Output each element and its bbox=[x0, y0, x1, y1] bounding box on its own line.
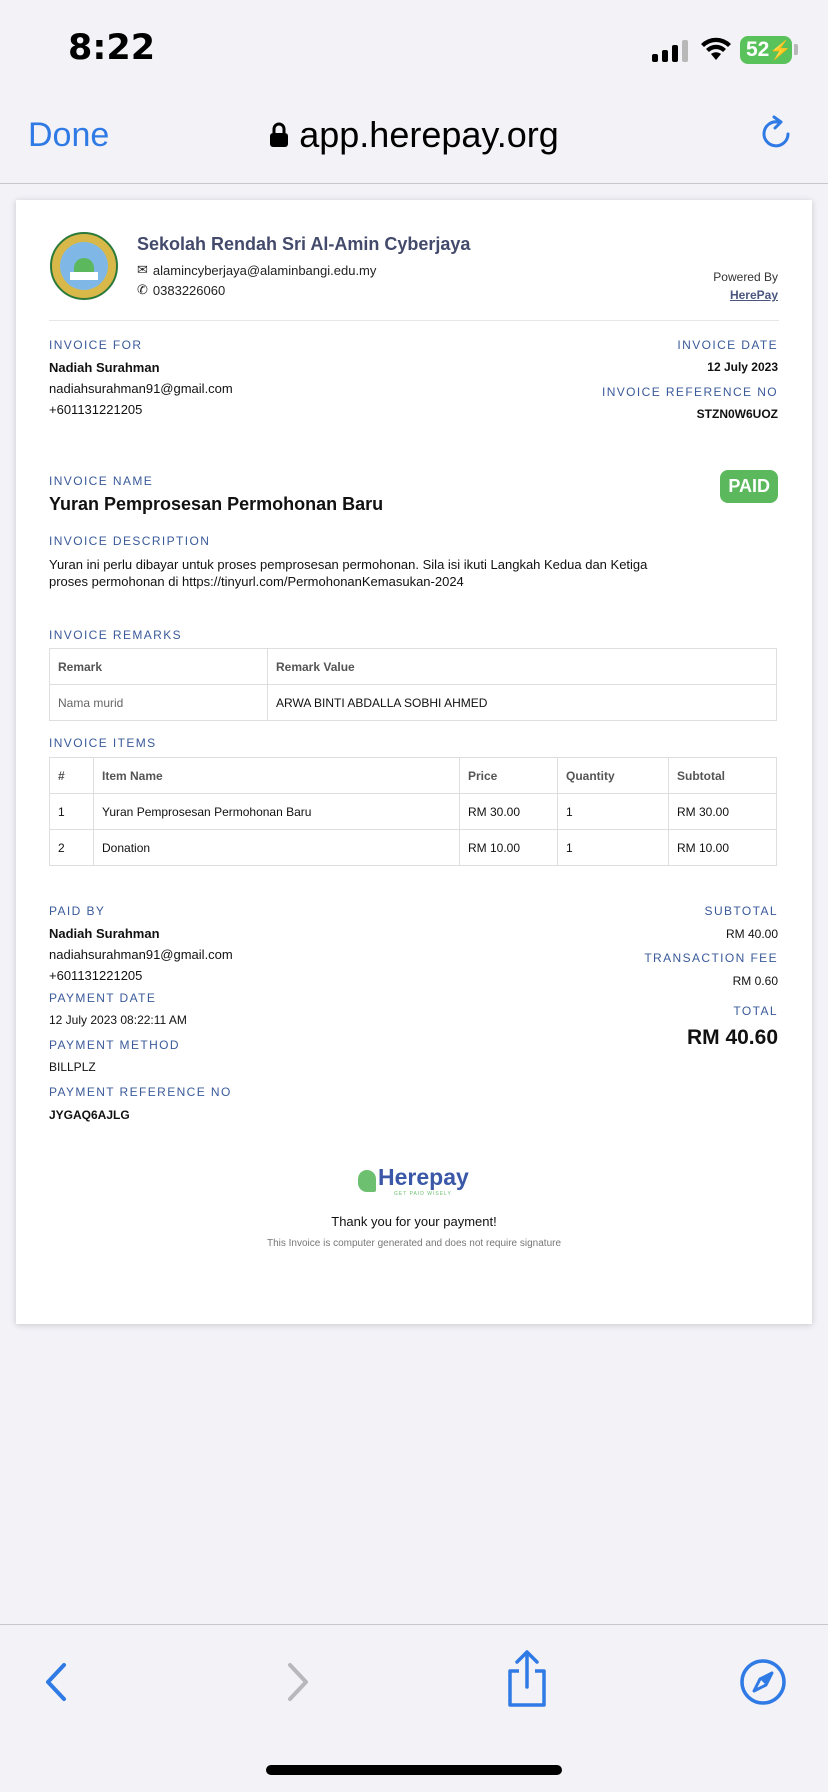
envelope-icon: ✉ bbox=[137, 262, 148, 277]
paid-by-name: Nadiah Surahman bbox=[49, 926, 160, 941]
table-row: 2 Donation RM 10.00 1 RM 10.00 bbox=[49, 829, 777, 866]
header-divider bbox=[49, 320, 779, 321]
item-price: RM 10.00 bbox=[459, 829, 558, 866]
payment-ref-label: PAYMENT REFERENCE NO bbox=[49, 1085, 232, 1099]
item-index: 1 bbox=[49, 793, 94, 830]
herepay-logo: Herepay GET PAID WISELY bbox=[356, 1164, 476, 1200]
item-name: Donation bbox=[93, 829, 460, 866]
item-index: 2 bbox=[49, 829, 94, 866]
url-display[interactable]: app.herepay.org bbox=[0, 114, 828, 157]
browser-toolbar bbox=[0, 1624, 828, 1792]
battery-level: 52 bbox=[746, 38, 770, 61]
remarks-header-remark: Remark bbox=[49, 648, 268, 685]
chevron-right-icon[interactable] bbox=[272, 1657, 322, 1707]
battery-tip bbox=[794, 44, 798, 55]
invoice-for-email: nadiahsurahman91@gmail.com bbox=[49, 381, 233, 396]
total-value: RM 40.60 bbox=[686, 1026, 778, 1049]
powered-by-label: Powered By bbox=[713, 270, 778, 284]
table-row: 1 Yuran Pemprosesan Permohonan Baru RM 3… bbox=[49, 793, 777, 830]
remark-key: Nama murid bbox=[49, 684, 268, 721]
payment-method: BILLPLZ bbox=[49, 1060, 96, 1074]
invoice-description-label: INVOICE DESCRIPTION bbox=[49, 534, 211, 548]
transaction-fee-value: RM 0.60 bbox=[732, 974, 778, 988]
herepay-link[interactable]: HerePay bbox=[730, 288, 778, 302]
item-price: RM 30.00 bbox=[459, 793, 558, 830]
battery-indicator: 52⚡ bbox=[740, 36, 792, 64]
paid-by-label: PAID BY bbox=[49, 904, 106, 918]
cellular-signal-icon bbox=[652, 38, 688, 62]
school-email-row: ✉ alamincyberjaya@alaminbangi.edu.my bbox=[137, 262, 376, 278]
item-subtotal: RM 10.00 bbox=[668, 829, 777, 866]
school-name: Sekolah Rendah Sri Al-Amin Cyberjaya bbox=[137, 234, 471, 254]
item-subtotal: RM 30.00 bbox=[668, 793, 777, 830]
remark-value: ARWA BINTI ABDALLA SOBHI AHMED bbox=[267, 684, 777, 721]
home-indicator bbox=[266, 1765, 562, 1775]
herepay-leaf-icon bbox=[358, 1170, 376, 1192]
reload-icon[interactable] bbox=[756, 114, 796, 154]
item-name: Yuran Pemprosesan Permohonan Baru bbox=[93, 793, 460, 830]
invoice-items-label: INVOICE ITEMS bbox=[49, 736, 157, 750]
herepay-brand: Herepay bbox=[378, 1164, 469, 1190]
payment-date: 12 July 2023 08:22:11 AM bbox=[49, 1013, 187, 1027]
computer-generated-note: This Invoice is computer generated and d… bbox=[266, 1238, 562, 1249]
invoice-for-phone: +601131221205 bbox=[49, 402, 143, 417]
payment-method-label: PAYMENT METHOD bbox=[49, 1038, 180, 1052]
items-header-price: Price bbox=[459, 757, 558, 794]
item-quantity: 1 bbox=[557, 829, 669, 866]
transaction-fee-label: TRANSACTION FEE bbox=[644, 951, 778, 965]
payment-date-label: PAYMENT DATE bbox=[49, 991, 157, 1005]
invoice-date-label: INVOICE DATE bbox=[677, 338, 778, 352]
school-phone[interactable]: 0383226060 bbox=[153, 283, 225, 298]
items-header-name: Item Name bbox=[93, 757, 460, 794]
status-time: 8:22 bbox=[68, 28, 156, 68]
herepay-tagline: GET PAID WISELY bbox=[394, 1191, 452, 1197]
wifi-icon bbox=[701, 37, 731, 60]
status-bar: 8:22 52⚡ bbox=[0, 0, 828, 100]
lock-icon bbox=[270, 122, 289, 147]
subtotal-label: SUBTOTAL bbox=[704, 904, 778, 918]
thank-you-message: Thank you for your payment! bbox=[331, 1214, 497, 1229]
school-email[interactable]: alamincyberjaya@alaminbangi.edu.my bbox=[153, 263, 376, 278]
subtotal-value: RM 40.00 bbox=[725, 927, 778, 941]
url-text: app.herepay.org bbox=[299, 114, 559, 155]
school-phone-row: ✆ 0383226060 bbox=[137, 282, 225, 298]
items-header-index: # bbox=[49, 757, 94, 794]
charging-bolt-icon: ⚡ bbox=[769, 40, 792, 60]
payment-ref: JYGAQ6AJLG bbox=[49, 1108, 130, 1122]
phone-icon: ✆ bbox=[137, 282, 148, 297]
school-logo bbox=[50, 232, 118, 300]
items-header-quantity: Quantity bbox=[557, 757, 669, 794]
invoice-remarks-label: INVOICE REMARKS bbox=[49, 628, 183, 642]
invoice-description: Yuran ini perlu dibayar untuk proses pem… bbox=[49, 557, 648, 589]
items-table: # Item Name Price Quantity Subtotal 1 Yu… bbox=[49, 757, 777, 866]
table-row: Nama murid ARWA BINTI ABDALLA SOBHI AHME… bbox=[49, 684, 777, 721]
paid-by-phone: +601131221205 bbox=[49, 968, 143, 983]
invoice-ref-label: INVOICE REFERENCE NO bbox=[601, 385, 778, 399]
remarks-header-value: Remark Value bbox=[267, 648, 777, 685]
invoice-name-label: INVOICE NAME bbox=[49, 474, 154, 488]
invoice-for-label: INVOICE FOR bbox=[49, 338, 143, 352]
item-quantity: 1 bbox=[557, 793, 669, 830]
remarks-table: Remark Remark Value Nama murid ARWA BINT… bbox=[49, 648, 777, 721]
invoice-date: 12 July 2023 bbox=[707, 360, 778, 374]
share-icon[interactable] bbox=[502, 1649, 552, 1709]
status-badge: PAID bbox=[720, 470, 778, 503]
total-label: TOTAL bbox=[733, 1004, 778, 1018]
invoice-card: Sekolah Rendah Sri Al-Amin Cyberjaya ✉ a… bbox=[16, 200, 812, 1324]
items-header-subtotal: Subtotal bbox=[668, 757, 777, 794]
invoice-for-name: Nadiah Surahman bbox=[49, 360, 160, 375]
invoice-name: Yuran Pemprosesan Permohonan Baru bbox=[49, 494, 384, 514]
browser-nav-bar: Done app.herepay.org bbox=[0, 100, 828, 184]
chevron-left-icon[interactable] bbox=[32, 1657, 82, 1707]
remarks-header-row: Remark Remark Value bbox=[49, 648, 777, 685]
compass-icon[interactable] bbox=[738, 1657, 788, 1707]
invoice-ref: STZN0W6UOZ bbox=[696, 407, 778, 421]
items-header-row: # Item Name Price Quantity Subtotal bbox=[49, 757, 777, 794]
paid-by-email: nadiahsurahman91@gmail.com bbox=[49, 947, 233, 962]
